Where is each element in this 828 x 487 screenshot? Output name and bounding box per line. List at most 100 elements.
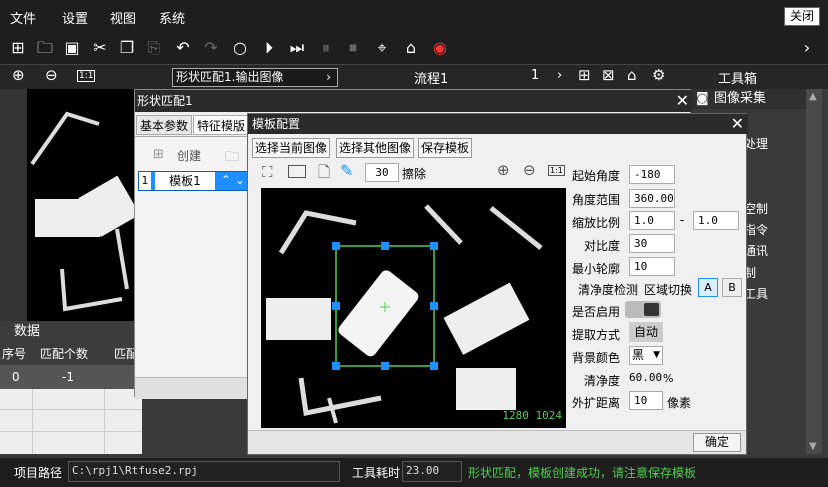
angle-range-label: 角度范围 bbox=[572, 193, 621, 207]
tab-basic-params[interactable]: 基本参数 bbox=[136, 115, 193, 135]
chevron-right-icon[interactable]: › bbox=[797, 38, 817, 58]
open-folder-icon[interactable]: 🗀 bbox=[225, 146, 239, 170]
pause-icon[interactable]: ⏸ bbox=[316, 38, 336, 58]
data-table-header: 序号 匹配个数 匹配 bbox=[0, 343, 142, 365]
open-folder-icon[interactable]: 🗀 bbox=[35, 38, 55, 58]
polygon-tool-icon[interactable]: 🗋 bbox=[318, 162, 330, 187]
save-icon[interactable]: ▣ bbox=[62, 38, 82, 58]
process-label[interactable]: 流程1 bbox=[414, 68, 448, 87]
target-icon[interactable]: ⌖ bbox=[372, 38, 392, 58]
tab-feature-template[interactable]: 特征模版 bbox=[193, 115, 250, 135]
close-app-button[interactable]: 关闭 bbox=[783, 7, 820, 26]
toolbox-item[interactable]: 处理 bbox=[744, 135, 768, 152]
template-item[interactable]: 1 模板1 ⌃ ⌄ bbox=[138, 171, 248, 191]
template-image-canvas bbox=[266, 204, 543, 424]
zoom-in-icon[interactable]: ⊕ bbox=[497, 161, 510, 179]
undo-icon[interactable]: ↶ bbox=[173, 38, 193, 58]
store-icon[interactable]: ⌂ bbox=[627, 66, 637, 84]
rect-tool-icon[interactable] bbox=[288, 165, 306, 178]
toolbox-item[interactable]: 指令 bbox=[744, 221, 768, 238]
scale-label: 缩放比例 bbox=[572, 216, 621, 230]
contrast-field[interactable]: 30 bbox=[629, 234, 675, 253]
close-icon[interactable]: ✕ bbox=[731, 114, 744, 134]
run-loop-icon[interactable]: ⏭ bbox=[287, 38, 307, 58]
toolbox-item[interactable]: 空制 bbox=[744, 200, 768, 217]
chevron-right-icon[interactable]: › bbox=[557, 68, 562, 83]
start-angle-field[interactable]: -180 bbox=[629, 165, 675, 184]
bg-color-value: 黑 bbox=[632, 348, 645, 362]
template-index: 1 bbox=[139, 172, 151, 190]
image-capture-header[interactable]: ◙ 图像采集 bbox=[690, 89, 822, 109]
menu-file[interactable]: 文件 bbox=[10, 8, 36, 27]
min-contour-field[interactable]: 10 bbox=[629, 257, 675, 276]
template-list-panel: ⊞ 创建 🗀 1 模板1 ⌃ ⌄ bbox=[135, 136, 248, 399]
erase-button[interactable]: 擦除 bbox=[402, 165, 426, 182]
toolbox-item[interactable]: 工具 bbox=[744, 285, 768, 302]
redo-icon[interactable]: ↷ bbox=[201, 38, 221, 58]
scale-min-field[interactable]: 1.0 bbox=[629, 211, 675, 230]
region-b-button[interactable]: B bbox=[722, 278, 742, 297]
actual-size-icon[interactable]: 1:1 bbox=[77, 70, 96, 82]
main-image-view[interactable] bbox=[27, 89, 140, 321]
search-icon[interactable]: ○ bbox=[230, 38, 250, 58]
enable-toggle[interactable] bbox=[625, 301, 661, 318]
camera-icon: ◙ bbox=[696, 91, 709, 106]
actual-size-icon[interactable]: 1:1 bbox=[548, 165, 565, 176]
close-icon[interactable]: ✕ bbox=[676, 90, 689, 112]
gear-icon[interactable]: ⚙ bbox=[652, 66, 665, 84]
move-up-icon[interactable]: ⌃ bbox=[221, 173, 231, 187]
toolbar: ⊞ 🗀 ▣ ✂ ❐ ⎘ ↶ ↷ ○ ⏵ ⏭ ⏸ ⏹ ⌖ ⌂ ◉ › bbox=[0, 33, 828, 64]
delete-process-icon[interactable]: ⊠ bbox=[602, 66, 615, 84]
brush-size-field[interactable]: 30 bbox=[365, 163, 399, 182]
confirm-button[interactable]: 确定 bbox=[693, 433, 741, 452]
create-button[interactable]: 创建 bbox=[177, 147, 201, 164]
output-select[interactable]: 形状匹配1.输出图像 › bbox=[172, 68, 338, 87]
select-other-image-button[interactable]: 选择其他图像 bbox=[336, 138, 415, 158]
save-template-button[interactable]: 保存模板 bbox=[418, 138, 473, 158]
eraser-icon[interactable]: ✎ bbox=[340, 161, 353, 180]
stop-icon[interactable]: ⏹ bbox=[343, 38, 363, 58]
cut-icon[interactable]: ✂ bbox=[90, 38, 110, 58]
cleanliness-field[interactable]: 60.00 bbox=[629, 369, 663, 388]
status-message: 形状匹配，模板创建成功，请注意保存模板 bbox=[468, 466, 697, 480]
zoom-out-icon[interactable]: ⊖ bbox=[523, 161, 536, 179]
template-image-view[interactable]: 1280 1024 bbox=[261, 188, 566, 428]
zoom-in-icon[interactable]: ⊕ bbox=[12, 66, 25, 84]
menu-settings[interactable]: 设置 bbox=[62, 8, 88, 27]
extract-select[interactable]: 自动 bbox=[629, 322, 663, 342]
start-angle-label: 起始角度 bbox=[572, 169, 621, 183]
clean-check-label: 清净度检测 bbox=[578, 283, 639, 297]
record-icon[interactable]: ◉ bbox=[430, 38, 450, 58]
table-row[interactable]: 0 -1 bbox=[0, 365, 142, 389]
image-capture-label: 图像采集 bbox=[714, 91, 767, 106]
cleanliness-unit: % bbox=[663, 372, 674, 385]
add-process-icon[interactable]: ⊞ bbox=[578, 66, 591, 84]
scale-max-field[interactable]: 1.0 bbox=[693, 211, 739, 230]
grid-line bbox=[32, 389, 33, 454]
expand-field[interactable]: 10 bbox=[629, 391, 663, 410]
home-icon[interactable]: ⌂ bbox=[401, 38, 421, 58]
toolbox-item[interactable]: 通讯 bbox=[744, 242, 768, 259]
new-icon[interactable]: ⊞ bbox=[8, 38, 28, 58]
region-a-button[interactable]: A bbox=[698, 278, 718, 297]
output-select-value: 形状匹配1.输出图像 bbox=[176, 70, 284, 84]
menu-system[interactable]: 系统 bbox=[159, 8, 185, 27]
zoom-out-icon[interactable]: ⊖ bbox=[45, 66, 58, 84]
menu-view[interactable]: 视图 bbox=[110, 8, 136, 27]
toggle-knob bbox=[644, 303, 659, 316]
fullscreen-icon[interactable]: ⛶ bbox=[262, 163, 273, 181]
run-once-icon[interactable]: ⏵ bbox=[259, 38, 279, 58]
copy-icon[interactable]: ❐ bbox=[117, 38, 137, 58]
angle-range-field[interactable]: 360.00 bbox=[629, 189, 675, 208]
scroll-up-icon[interactable]: ▲ bbox=[809, 91, 817, 102]
scroll-down-icon[interactable]: ▼ bbox=[809, 441, 817, 452]
bg-color-select[interactable]: 黑 ▼ bbox=[629, 346, 663, 365]
select-current-image-button[interactable]: 选择当前图像 bbox=[252, 138, 331, 158]
dialog-footer: 确定 bbox=[248, 430, 746, 454]
project-path-label: 项目路径 bbox=[14, 466, 63, 480]
paste-icon[interactable]: ⎘ bbox=[144, 38, 164, 58]
secondary-toolbar: ⊕ ⊖ 1:1 形状匹配1.输出图像 › 流程1 1 › ⊞ ⊠ ⌂ ⚙ 工具箱 bbox=[0, 64, 828, 89]
status-bar: 项目路径 C:\rpj1\Rtfuse2.rpj 工具耗时 23.00 形状匹配… bbox=[0, 458, 828, 487]
move-down-icon[interactable]: ⌄ bbox=[235, 173, 245, 187]
vertical-scrollbar[interactable]: ▲ ▼ bbox=[806, 89, 822, 454]
